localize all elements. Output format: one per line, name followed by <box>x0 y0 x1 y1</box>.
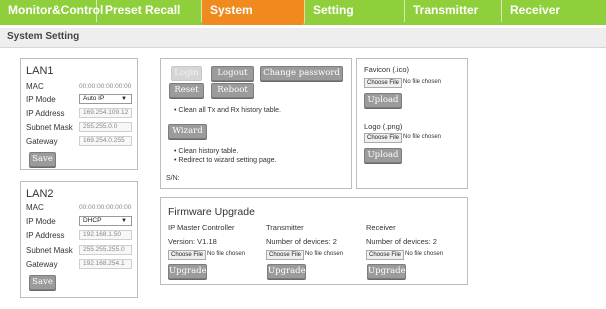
ip-mode-select[interactable]: DHCP ▼ <box>79 216 132 226</box>
reset-button[interactable]: Reset <box>169 83 204 98</box>
ip-address-field[interactable]: 192.168.1.50 <box>79 230 132 240</box>
login-button[interactable]: Login <box>171 66 202 81</box>
tab-preset-recall[interactable]: Preset Recall <box>97 0 202 22</box>
transmitter-title: Transmitter <box>266 223 304 232</box>
logo-title: Logo (.png) <box>364 122 403 131</box>
tab-monitor-control[interactable]: Monitor&Control <box>0 0 103 22</box>
favicon-upload-button[interactable]: Upload <box>364 93 402 108</box>
mac-label: MAC <box>26 203 44 212</box>
lan2-title: LAN2 <box>26 188 54 200</box>
system-actions-panel: Login Logout Change password Reset Reboo… <box>160 58 352 189</box>
wizard-note-2: • Redirect to wizard setting page. <box>174 157 277 164</box>
mac-value: 00:00:00:00:00:00 <box>79 204 132 211</box>
lan1-save-button[interactable]: Save <box>29 152 56 167</box>
tab-receiver[interactable]: Receiver <box>502 0 606 22</box>
subnet-mask-field[interactable]: 255.255.0.0 <box>79 122 132 132</box>
serial-number-label: S/N: <box>166 175 180 182</box>
section-header: System Setting <box>0 28 606 48</box>
mac-value: 00:00:00:00:00:00 <box>79 83 132 90</box>
firmware-upgrade-panel: Firmware Upgrade IP Master Controller Ve… <box>160 197 468 285</box>
gateway-field[interactable]: 169.254.0.255 <box>79 136 132 146</box>
subnet-mask-label: Subnet Mask <box>26 123 73 132</box>
logo-choose-file-button[interactable]: Choose File <box>364 133 403 143</box>
receiver-upgrade-button[interactable]: Upgrade <box>367 264 406 279</box>
ip-mode-value: Auto IP <box>83 95 105 102</box>
change-password-button[interactable]: Change password <box>260 66 343 81</box>
transmitter-choose-file-button[interactable]: Choose File <box>266 250 305 260</box>
gateway-label: Gateway <box>26 137 58 146</box>
tab-transmitter[interactable]: Transmitter <box>405 0 502 22</box>
logout-button[interactable]: Logout <box>211 66 254 81</box>
transmitter-file-status: No file chosen <box>305 251 344 257</box>
favicon-choose-file-button[interactable]: Choose File <box>364 78 403 88</box>
receiver-choose-file-button[interactable]: Choose File <box>366 250 405 260</box>
tab-setting[interactable]: Setting <box>305 0 405 22</box>
receiver-device-count: Number of devices: 2 <box>366 237 437 246</box>
ip-mode-value: DHCP <box>83 217 102 224</box>
favicon-title: Favicon (.ico) <box>364 65 410 74</box>
ip-address-label: IP Address <box>26 109 65 118</box>
mac-label: MAC <box>26 82 44 91</box>
lan1-panel: LAN1 MAC 00:00:00:00:00:00 IP Mode Auto … <box>20 58 138 170</box>
lan2-panel: LAN2 MAC 00:00:00:00:00:00 IP Mode DHCP … <box>20 181 138 298</box>
firmware-title: Firmware Upgrade <box>168 206 255 218</box>
receiver-file-status: No file chosen <box>405 251 444 257</box>
subnet-mask-field[interactable]: 255.255.255.0 <box>79 245 132 255</box>
favicon-file-status: No file chosen <box>403 79 442 85</box>
caret-down-icon: ▼ <box>121 96 127 102</box>
ip-address-label: IP Address <box>26 231 65 240</box>
gateway-field[interactable]: 192.168.254.1 <box>79 259 132 269</box>
top-navigation: Monitor&Control Preset Recall System Set… <box>0 0 606 25</box>
ip-mode-label: IP Mode <box>26 217 56 226</box>
transmitter-upgrade-button[interactable]: Upgrade <box>267 264 306 279</box>
transmitter-device-count: Number of devices: 2 <box>266 237 337 246</box>
master-controller-upgrade-button[interactable]: Upgrade <box>168 264 207 279</box>
logo-upload-button[interactable]: Upload <box>364 148 402 163</box>
section-title: System Setting <box>7 31 80 42</box>
master-controller-file-status: No file chosen <box>207 251 246 257</box>
receiver-title: Receiver <box>366 223 396 232</box>
wizard-button[interactable]: Wizard <box>168 124 207 139</box>
tab-system[interactable]: System <box>202 0 305 25</box>
ip-mode-select[interactable]: Auto IP ▼ <box>79 94 132 104</box>
caret-down-icon: ▼ <box>121 218 127 224</box>
gateway-label: Gateway <box>26 260 58 269</box>
reboot-button[interactable]: Reboot <box>211 83 254 98</box>
master-controller-version: Version: V1.18 <box>168 237 217 246</box>
master-controller-choose-file-button[interactable]: Choose File <box>168 250 207 260</box>
wizard-note-1: • Clean history table. <box>174 148 239 155</box>
logo-file-status: No file chosen <box>403 134 442 140</box>
subnet-mask-label: Subnet Mask <box>26 246 73 255</box>
branding-upload-panel: Favicon (.ico) Choose File No file chose… <box>356 58 468 189</box>
lan2-save-button[interactable]: Save <box>29 275 56 290</box>
ip-mode-label: IP Mode <box>26 95 56 104</box>
master-controller-title: IP Master Controller <box>168 223 235 232</box>
ip-address-field[interactable]: 169.254.109.12 <box>79 108 132 118</box>
lan1-title: LAN1 <box>26 65 54 77</box>
reset-note: • Clean all Tx and Rx history table. <box>174 107 281 114</box>
